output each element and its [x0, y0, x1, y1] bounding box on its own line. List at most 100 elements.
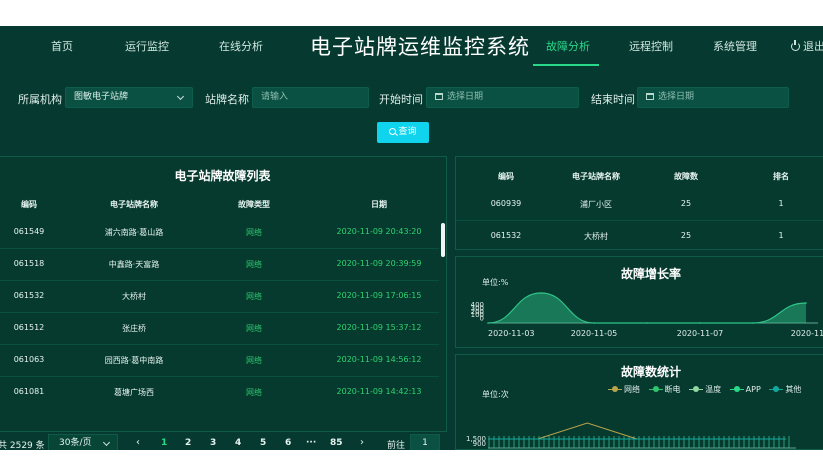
table-row[interactable]: 061081 葛塘广场西 网络 2020-11-09 14:42:13	[0, 377, 439, 409]
col-code: 编码	[21, 200, 37, 209]
cell-count: 25	[680, 231, 692, 240]
page-size-select[interactable]: 30条/页	[48, 434, 118, 450]
cell-date: 2020-11-09 20:43:20	[336, 227, 422, 236]
cell-type: 网络	[246, 324, 262, 333]
station-label: 站牌名称	[205, 93, 249, 106]
org-label: 所属机构	[18, 93, 62, 106]
nav-system-mgmt[interactable]: 系统管理	[713, 38, 757, 54]
chevron-down-icon	[102, 438, 111, 447]
query-button-label: 查询	[398, 127, 417, 137]
logout-button[interactable]: 退出	[791, 38, 823, 54]
page-5-button[interactable]: 5	[260, 438, 266, 448]
data-point	[540, 292, 542, 294]
query-button[interactable]: 查询	[377, 122, 429, 143]
station-input-placeholder: 请输入	[261, 92, 289, 102]
y-tick-label: 900	[473, 440, 486, 448]
nav-online-analysis[interactable]: 在线分析	[219, 38, 263, 54]
cell-code: 061532	[490, 231, 522, 240]
nav-home[interactable]: 首页	[51, 38, 73, 54]
ranking-panel: 编码 电子站牌名称 故障数 排名 060939 浦厂小区 25 1 061532…	[455, 156, 823, 250]
cell-count: 25	[680, 199, 692, 208]
area-fill	[488, 293, 806, 323]
data-point	[487, 322, 489, 324]
cell-name: 浦厂小区	[580, 200, 612, 209]
cell-type: 网络	[246, 260, 262, 269]
cell-type: 网络	[246, 228, 262, 237]
cell-code: 061532	[13, 291, 45, 300]
fault-list-title: 电子站牌故障列表	[174, 169, 271, 183]
col-date: 日期	[371, 200, 387, 209]
cell-rank: 1	[778, 231, 784, 240]
fault-list-panel: 电子站牌故障列表 编码 电子站牌名称 故障类型 日期 061549 浦六南路·葛…	[0, 156, 447, 432]
cell-name: 园西路·葛中南路	[104, 356, 164, 365]
page-4-button[interactable]: 4	[235, 438, 241, 448]
page-size-value: 30条/页	[59, 438, 92, 448]
page-1-button[interactable]: 1	[161, 438, 167, 448]
end-date-placeholder: 选择日期	[658, 92, 695, 102]
page-2-button[interactable]: 2	[185, 438, 191, 448]
data-point	[805, 302, 807, 304]
data-point	[646, 322, 648, 324]
org-select[interactable]: 图敏电子站牌	[65, 87, 193, 108]
end-time-label: 结束时间	[591, 93, 635, 106]
x-tick-label: 2020-11-05	[571, 329, 618, 338]
goto-label: 前往	[387, 441, 406, 450]
growth-rate-chart: 40030020010002020-11-03 2020-11-05 2020-11…	[471, 292, 823, 338]
table-row[interactable]: 061549 浦六南路·葛山路 网络 2020-11-09 20:43:20	[0, 217, 439, 249]
table-row[interactable]: 061532 大桥村 25 1	[456, 221, 823, 253]
page-85-button[interactable]: 85	[330, 438, 343, 448]
x-tick-label: 2020-11-03	[488, 329, 535, 338]
cell-date: 2020-11-09 14:56:12	[336, 355, 422, 364]
rank-col-rank: 排名	[773, 172, 789, 181]
cell-name: 中鑫路·天富路	[108, 260, 160, 269]
table-row[interactable]: 061518 中鑫路·天富路 网络 2020-11-09 20:39:59	[0, 249, 439, 281]
rank-col-code: 编码	[498, 172, 514, 181]
nav-active-indicator	[533, 64, 599, 66]
app-window: 首页 运行监控 在线分析 电子站牌运维监控系统 故障分析 远程控制 系统管理 退…	[0, 26, 823, 450]
search-icon	[389, 128, 397, 135]
start-date-placeholder: 选择日期	[447, 92, 484, 102]
end-date-picker[interactable]: 选择日期	[637, 87, 789, 108]
y-tick-label: 0	[480, 315, 484, 323]
cell-code: 061549	[13, 227, 45, 236]
x-tick-label: 2020-11-07	[677, 329, 724, 338]
cell-date: 2020-11-09 14:42:13	[336, 387, 422, 396]
cell-name: 葛塘广场西	[114, 388, 154, 397]
app-title: 电子站牌运维监控系统	[310, 35, 530, 59]
cell-date: 2020-11-09 17:06:15	[336, 291, 422, 300]
prev-page-button[interactable]: ‹	[136, 437, 140, 448]
data-point	[593, 322, 595, 324]
table-scrollbar[interactable]	[441, 223, 445, 257]
goto-page-input[interactable]: 1	[410, 434, 440, 450]
data-point	[752, 322, 754, 324]
cell-code: 060939	[490, 199, 522, 208]
page-6-button[interactable]: 6	[285, 438, 291, 448]
cell-code: 061512	[13, 323, 45, 332]
fault-count-chart: 1,5009002020-11-032020-11-052020-11-0720…	[466, 422, 796, 449]
table-row[interactable]: 061532 大桥村 网络 2020-11-09 17:06:15	[0, 281, 439, 313]
cell-name: 张庄桥	[122, 324, 146, 333]
station-input[interactable]: 请输入	[252, 87, 369, 108]
page-ellipsis[interactable]: ···	[306, 438, 316, 448]
logout-label: 退出	[803, 40, 823, 53]
calendar-icon	[435, 93, 443, 100]
nav-ops-monitor[interactable]: 运行监控	[125, 38, 169, 54]
nav-fault-analysis[interactable]: 故障分析	[546, 38, 590, 54]
series-line	[488, 422, 786, 440]
rank-col-name: 电子站牌名称	[572, 172, 620, 181]
start-date-picker[interactable]: 选择日期	[426, 87, 579, 108]
next-page-button[interactable]: ›	[360, 437, 364, 448]
nav-remote-control[interactable]: 远程控制	[629, 38, 673, 54]
page-3-button[interactable]: 3	[210, 438, 216, 448]
cell-name: 大桥村	[122, 292, 146, 301]
cell-code: 061518	[13, 259, 45, 268]
cell-date: 2020-11-09 15:37:12	[336, 323, 422, 332]
cell-code: 061063	[13, 355, 45, 364]
cell-type: 网络	[246, 356, 262, 365]
table-row[interactable]: 061512 张庄桥 网络 2020-11-09 15:37:12	[0, 313, 439, 345]
table-row[interactable]: 060939 浦厂小区 25 1	[456, 189, 823, 221]
start-time-label: 开始时间	[379, 93, 423, 106]
x-tick-label: 2020-11-09	[791, 329, 823, 338]
table-row[interactable]: 061063 园西路·葛中南路 网络 2020-11-09 14:56:12	[0, 345, 439, 377]
calendar-icon	[646, 93, 654, 100]
